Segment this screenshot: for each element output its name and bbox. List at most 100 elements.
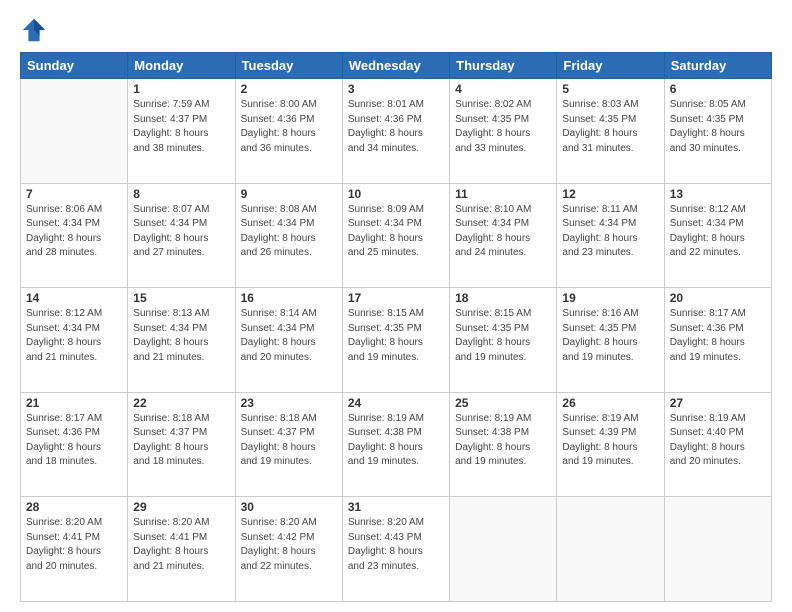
page: SundayMondayTuesdayWednesdayThursdayFrid… bbox=[0, 0, 792, 612]
day-header-friday: Friday bbox=[557, 53, 664, 79]
day-number: 1 bbox=[133, 82, 229, 96]
day-number: 20 bbox=[670, 291, 766, 305]
logo bbox=[20, 16, 50, 44]
day-number: 8 bbox=[133, 187, 229, 201]
day-number: 23 bbox=[241, 396, 337, 410]
day-number: 17 bbox=[348, 291, 444, 305]
day-header-saturday: Saturday bbox=[664, 53, 771, 79]
day-number: 25 bbox=[455, 396, 551, 410]
calendar-cell: 1 Sunrise: 7:59 AM Sunset: 4:37 PM Daylig… bbox=[128, 79, 235, 184]
calendar-cell: 4Sunrise: 8:02 AM Sunset: 4:35 PM Daylig… bbox=[450, 79, 557, 184]
day-number: 18 bbox=[455, 291, 551, 305]
day-number: 29 bbox=[133, 500, 229, 514]
day-number: 14 bbox=[26, 291, 122, 305]
calendar-cell: 22 Sunrise: 8:18 AM Sunset: 4:37 PM Dayli… bbox=[128, 392, 235, 497]
calendar-cell: 2Sunrise: 8:00 AM Sunset: 4:36 PM Daylig… bbox=[235, 79, 342, 184]
day-number: 24 bbox=[348, 396, 444, 410]
day-info: Sunrise: 8:03 AM Sunset: 4:35 PM Dayligh… bbox=[562, 98, 658, 156]
day-info: Sunrise: 8:13 AM Sunset: 4:34 PM Dayligh… bbox=[133, 307, 229, 365]
calendar-cell: 23Sunrise: 8:18 AM Sunset: 4:37 PM Dayli… bbox=[235, 392, 342, 497]
day-info: Sunrise: 8:00 AM Sunset: 4:36 PM Dayligh… bbox=[241, 98, 337, 156]
day-number: 19 bbox=[562, 291, 658, 305]
day-info: Sunrise: 8:20 AM Sunset: 4:41 PM Dayligh… bbox=[26, 516, 122, 574]
day-info: Sunrise: 8:07 AM Sunset: 4:34 PM Dayligh… bbox=[133, 203, 229, 261]
day-header-sunday: Sunday bbox=[21, 53, 128, 79]
week-row-4: 21 Sunrise: 8:17 AM Sunset: 4:36 PM Dayli… bbox=[21, 392, 772, 497]
calendar-cell: 18Sunrise: 8:15 AM Sunset: 4:35 PM Dayli… bbox=[450, 288, 557, 393]
calendar-cell: 6Sunrise: 8:05 AM Sunset: 4:35 PM Daylig… bbox=[664, 79, 771, 184]
day-info: Sunrise: 8:16 AM Sunset: 4:35 PM Dayligh… bbox=[562, 307, 658, 365]
calendar-cell: 28 Sunrise: 8:20 AM Sunset: 4:41 PM Dayli… bbox=[21, 497, 128, 602]
calendar-cell: 17 Sunrise: 8:15 AM Sunset: 4:35 PM Dayli… bbox=[342, 288, 449, 393]
day-info: Sunrise: 8:01 AM Sunset: 4:36 PM Dayligh… bbox=[348, 98, 444, 156]
calendar-cell bbox=[557, 497, 664, 602]
calendar-cell: 3 Sunrise: 8:01 AM Sunset: 4:36 PM Daylig… bbox=[342, 79, 449, 184]
day-info: Sunrise: 7:59 AM Sunset: 4:37 PM Dayligh… bbox=[133, 98, 229, 156]
day-info: Sunrise: 8:20 AM Sunset: 4:43 PM Dayligh… bbox=[348, 516, 444, 574]
day-number: 26 bbox=[562, 396, 658, 410]
day-info: Sunrise: 8:10 AM Sunset: 4:34 PM Dayligh… bbox=[455, 203, 551, 261]
calendar-cell: 24 Sunrise: 8:19 AM Sunset: 4:38 PM Dayli… bbox=[342, 392, 449, 497]
day-number: 27 bbox=[670, 396, 766, 410]
day-number: 16 bbox=[241, 291, 337, 305]
day-info: Sunrise: 8:12 AM Sunset: 4:34 PM Dayligh… bbox=[670, 203, 766, 261]
day-info: Sunrise: 8:11 AM Sunset: 4:34 PM Dayligh… bbox=[562, 203, 658, 261]
calendar-cell: 27 Sunrise: 8:19 AM Sunset: 4:40 PM Dayli… bbox=[664, 392, 771, 497]
day-number: 4 bbox=[455, 82, 551, 96]
day-number: 13 bbox=[670, 187, 766, 201]
calendar-cell: 26 Sunrise: 8:19 AM Sunset: 4:39 PM Dayli… bbox=[557, 392, 664, 497]
day-header-wednesday: Wednesday bbox=[342, 53, 449, 79]
week-row-5: 28 Sunrise: 8:20 AM Sunset: 4:41 PM Dayli… bbox=[21, 497, 772, 602]
calendar-cell: 10Sunrise: 8:09 AM Sunset: 4:34 PM Dayli… bbox=[342, 183, 449, 288]
day-header-monday: Monday bbox=[128, 53, 235, 79]
calendar-cell: 16 Sunrise: 8:14 AM Sunset: 4:34 PM Dayli… bbox=[235, 288, 342, 393]
day-info: Sunrise: 8:12 AM Sunset: 4:34 PM Dayligh… bbox=[26, 307, 122, 365]
calendar-cell: 25 Sunrise: 8:19 AM Sunset: 4:38 PM Dayli… bbox=[450, 392, 557, 497]
day-number: 15 bbox=[133, 291, 229, 305]
day-number: 9 bbox=[241, 187, 337, 201]
calendar-cell: 9 Sunrise: 8:08 AM Sunset: 4:34 PM Daylig… bbox=[235, 183, 342, 288]
logo-icon bbox=[20, 16, 48, 44]
calendar-cell bbox=[664, 497, 771, 602]
calendar-cell: 30 Sunrise: 8:20 AM Sunset: 4:42 PM Dayli… bbox=[235, 497, 342, 602]
day-info: Sunrise: 8:09 AM Sunset: 4:34 PM Dayligh… bbox=[348, 203, 444, 261]
calendar-cell bbox=[450, 497, 557, 602]
day-info: Sunrise: 8:15 AM Sunset: 4:35 PM Dayligh… bbox=[348, 307, 444, 365]
calendar-cell: 13 Sunrise: 8:12 AM Sunset: 4:34 PM Dayli… bbox=[664, 183, 771, 288]
calendar-cell: 19 Sunrise: 8:16 AM Sunset: 4:35 PM Dayli… bbox=[557, 288, 664, 393]
day-info: Sunrise: 8:17 AM Sunset: 4:36 PM Dayligh… bbox=[670, 307, 766, 365]
calendar-cell: 14 Sunrise: 8:12 AM Sunset: 4:34 PM Dayli… bbox=[21, 288, 128, 393]
day-info: Sunrise: 8:08 AM Sunset: 4:34 PM Dayligh… bbox=[241, 203, 337, 261]
calendar-cell: 31 Sunrise: 8:20 AM Sunset: 4:43 PM Dayli… bbox=[342, 497, 449, 602]
day-info: Sunrise: 8:19 AM Sunset: 4:40 PM Dayligh… bbox=[670, 412, 766, 470]
day-info: Sunrise: 8:17 AM Sunset: 4:36 PM Dayligh… bbox=[26, 412, 122, 470]
day-header-tuesday: Tuesday bbox=[235, 53, 342, 79]
day-info: Sunrise: 8:20 AM Sunset: 4:42 PM Dayligh… bbox=[241, 516, 337, 574]
day-number: 7 bbox=[26, 187, 122, 201]
calendar-cell: 21 Sunrise: 8:17 AM Sunset: 4:36 PM Dayli… bbox=[21, 392, 128, 497]
day-number: 22 bbox=[133, 396, 229, 410]
day-info: Sunrise: 8:19 AM Sunset: 4:39 PM Dayligh… bbox=[562, 412, 658, 470]
calendar-cell bbox=[21, 79, 128, 184]
day-info: Sunrise: 8:19 AM Sunset: 4:38 PM Dayligh… bbox=[348, 412, 444, 470]
day-number: 31 bbox=[348, 500, 444, 514]
day-number: 30 bbox=[241, 500, 337, 514]
calendar-cell: 11 Sunrise: 8:10 AM Sunset: 4:34 PM Dayli… bbox=[450, 183, 557, 288]
day-number: 11 bbox=[455, 187, 551, 201]
calendar-header-row: SundayMondayTuesdayWednesdayThursdayFrid… bbox=[21, 53, 772, 79]
week-row-3: 14 Sunrise: 8:12 AM Sunset: 4:34 PM Dayli… bbox=[21, 288, 772, 393]
calendar-cell: 8 Sunrise: 8:07 AM Sunset: 4:34 PM Daylig… bbox=[128, 183, 235, 288]
day-number: 3 bbox=[348, 82, 444, 96]
day-info: Sunrise: 8:19 AM Sunset: 4:38 PM Dayligh… bbox=[455, 412, 551, 470]
day-info: Sunrise: 8:06 AM Sunset: 4:34 PM Dayligh… bbox=[26, 203, 122, 261]
day-info: Sunrise: 8:14 AM Sunset: 4:34 PM Dayligh… bbox=[241, 307, 337, 365]
day-number: 28 bbox=[26, 500, 122, 514]
day-number: 21 bbox=[26, 396, 122, 410]
calendar-cell: 29 Sunrise: 8:20 AM Sunset: 4:41 PM Dayli… bbox=[128, 497, 235, 602]
day-info: Sunrise: 8:20 AM Sunset: 4:41 PM Dayligh… bbox=[133, 516, 229, 574]
day-number: 12 bbox=[562, 187, 658, 201]
day-number: 6 bbox=[670, 82, 766, 96]
day-number: 5 bbox=[562, 82, 658, 96]
day-info: Sunrise: 8:18 AM Sunset: 4:37 PM Dayligh… bbox=[133, 412, 229, 470]
week-row-1: 1 Sunrise: 7:59 AM Sunset: 4:37 PM Daylig… bbox=[21, 79, 772, 184]
